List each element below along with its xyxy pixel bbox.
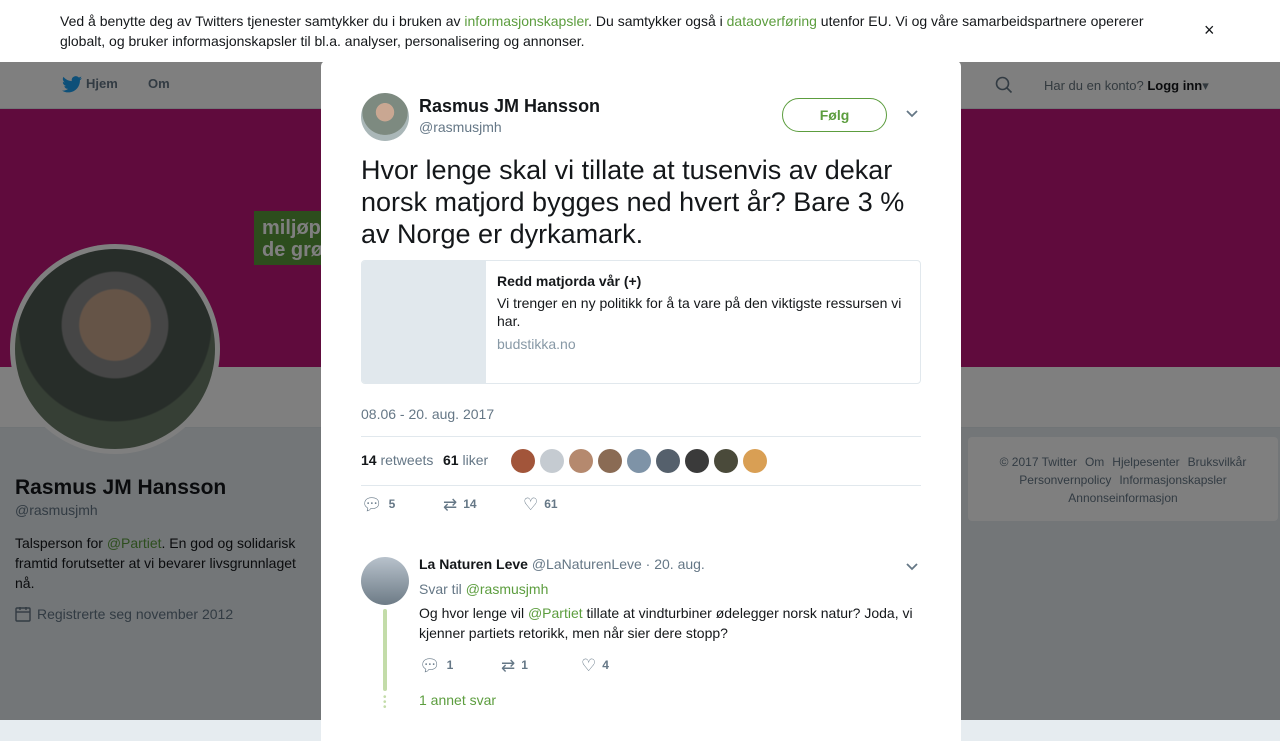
reply-text: Og hvor lenge vil @Partiet tillate at vi…	[419, 603, 919, 643]
card-url: budstikka.no	[497, 336, 576, 352]
reply-like-action[interactable]: ♡ 4	[581, 656, 609, 676]
tweet-author-avatar[interactable]	[361, 93, 409, 141]
retweet-count: 14	[463, 497, 477, 512]
likes-stat[interactable]: 61 liker	[443, 452, 488, 468]
chevron-down-icon[interactable]	[905, 106, 919, 122]
cookie-banner: Ved å benytte deg av Twitters tjenester …	[0, 0, 1280, 62]
liker-avatar[interactable]	[569, 449, 593, 473]
thread-continuation-dots: • • •	[383, 692, 387, 713]
cookie-text-2: . Du samtykker også i	[588, 13, 727, 29]
like-count: 61	[544, 497, 558, 512]
liker-avatar[interactable]	[743, 449, 767, 473]
liker-avatar[interactable]	[540, 449, 564, 473]
retweet-action[interactable]: ⇄ 14	[443, 495, 477, 515]
tweet-text: Hvor lenge skal vi tillate at tusenvis a…	[361, 155, 905, 249]
cookie-text: Ved å benytte deg av Twitters tjenester …	[60, 11, 1160, 51]
link-card[interactable]: Redd matjorda vår (+) Vi trenger en ny p…	[361, 260, 921, 384]
reply-author-handle[interactable]: @LaNaturenLeve	[532, 556, 642, 572]
retweet-icon: ⇄	[501, 656, 516, 675]
tweet-timestamp[interactable]: 08.06 - 20. aug. 2017	[361, 406, 494, 422]
heart-icon: ♡	[523, 495, 539, 514]
reply-author-avatar[interactable]	[361, 557, 409, 605]
reply-author-name[interactable]: La Naturen Leve	[419, 556, 528, 572]
like-action[interactable]: ♡ 61	[523, 495, 558, 515]
retweet-icon: ⇄	[443, 495, 458, 514]
card-title: Redd matjorda vår (+)	[497, 273, 642, 289]
reply-retweet-count: 1	[521, 658, 528, 673]
cookie-link-dataoverforing[interactable]: dataoverføring	[727, 13, 817, 29]
retweets-stat[interactable]: 14 retweets	[361, 452, 433, 468]
reply-text-1: Og hvor lenge vil	[419, 605, 528, 621]
reply-icon: 💬︎	[361, 495, 383, 514]
tweet-modal: Rasmus JM Hansson @rasmusjmh Følg Hvor l…	[321, 61, 961, 741]
tweet-stats: 14 retweets 61 liker	[361, 436, 921, 486]
reply-reply-count: 1	[446, 658, 454, 673]
likes-count: 61	[443, 452, 459, 468]
card-image	[362, 261, 486, 383]
liker-avatar[interactable]	[685, 449, 709, 473]
liker-avatar[interactable]	[714, 449, 738, 473]
reply-to-label: Svar til	[419, 581, 466, 597]
reply-action[interactable]: 💬︎ 5	[361, 495, 395, 515]
cookie-close-icon[interactable]: ×	[1204, 20, 1215, 40]
reply-retweet-action[interactable]: ⇄ 1	[501, 656, 528, 676]
reply-icon: 💬︎	[419, 656, 441, 675]
tweet-author-handle[interactable]: @rasmusjmh	[419, 119, 502, 135]
modal-close-icon[interactable]: ✕	[1234, 10, 1259, 40]
retweets-count: 14	[361, 452, 377, 468]
liker-avatar[interactable]	[656, 449, 680, 473]
reply-chevron-down-icon[interactable]	[905, 559, 919, 575]
follow-button[interactable]: Følg	[782, 98, 887, 132]
conversation-thread-line	[383, 609, 387, 691]
heart-icon: ♡	[581, 656, 597, 675]
tweet-author-name[interactable]: Rasmus JM Hansson	[419, 96, 600, 117]
reply-like-count: 4	[602, 658, 609, 673]
reply-to-link[interactable]: @rasmusjmh	[466, 581, 549, 597]
reply-reply-action[interactable]: 💬︎ 1	[419, 656, 453, 676]
cookie-text-1: Ved å benytte deg av Twitters tjenester …	[60, 13, 465, 29]
liker-avatar[interactable]	[627, 449, 651, 473]
likes-label: liker	[462, 452, 489, 468]
card-description: Vi trenger en ny politikk for å ta vare …	[497, 295, 902, 329]
reply-date[interactable]: · 20. aug.	[646, 556, 705, 572]
reply-to: Svar til @rasmusjmh	[419, 581, 548, 597]
liker-avatar[interactable]	[511, 449, 535, 473]
reply-header: La Naturen Leve @LaNaturenLeve · 20. aug…	[419, 556, 705, 572]
cookie-link-informasjonskapsler[interactable]: informasjonskapsler	[464, 13, 588, 29]
reply-mention-link[interactable]: @Partiet	[528, 605, 583, 621]
retweets-label: retweets	[380, 452, 434, 468]
liker-avatar[interactable]	[598, 449, 622, 473]
more-replies-link[interactable]: 1 annet svar	[419, 692, 496, 708]
reply-count: 5	[388, 497, 396, 512]
